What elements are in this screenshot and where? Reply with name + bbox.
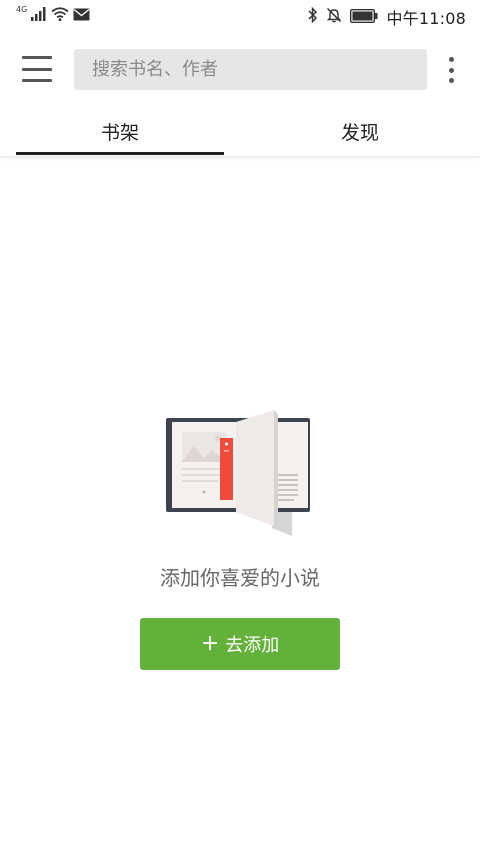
network-type-label: 4G xyxy=(16,5,28,14)
more-options-icon[interactable] xyxy=(444,57,458,83)
clock: 中午11:08 xyxy=(386,9,466,28)
search-box[interactable] xyxy=(74,49,427,90)
menu-icon[interactable] xyxy=(22,56,52,82)
battery-icon xyxy=(350,8,378,27)
status-left: 4G xyxy=(16,5,90,25)
empty-state-message: 添加你喜爱的小说 xyxy=(160,566,320,590)
mail-icon xyxy=(73,6,90,25)
signal-icon xyxy=(31,6,47,25)
search-input[interactable] xyxy=(90,58,427,81)
add-novel-button-label: 去添加 xyxy=(225,635,280,656)
plus-icon: + xyxy=(200,631,220,656)
tab-bar: 书架 发现 xyxy=(0,106,480,157)
tab-active-indicator xyxy=(16,152,224,155)
status-right: 中午11:08 xyxy=(308,5,466,29)
mute-notification-icon xyxy=(326,7,342,27)
tab-discover[interactable]: 发现 xyxy=(256,106,464,156)
tab-bookshelf[interactable]: 书架 xyxy=(16,106,224,156)
empty-bookshelf-illustration xyxy=(160,408,320,544)
add-novel-button[interactable]: + 去添加 xyxy=(140,618,340,670)
status-bar: 4G 中午11:08 xyxy=(0,0,480,32)
bluetooth-icon xyxy=(308,6,318,27)
toolbar xyxy=(0,32,480,106)
wifi-icon xyxy=(51,6,69,25)
